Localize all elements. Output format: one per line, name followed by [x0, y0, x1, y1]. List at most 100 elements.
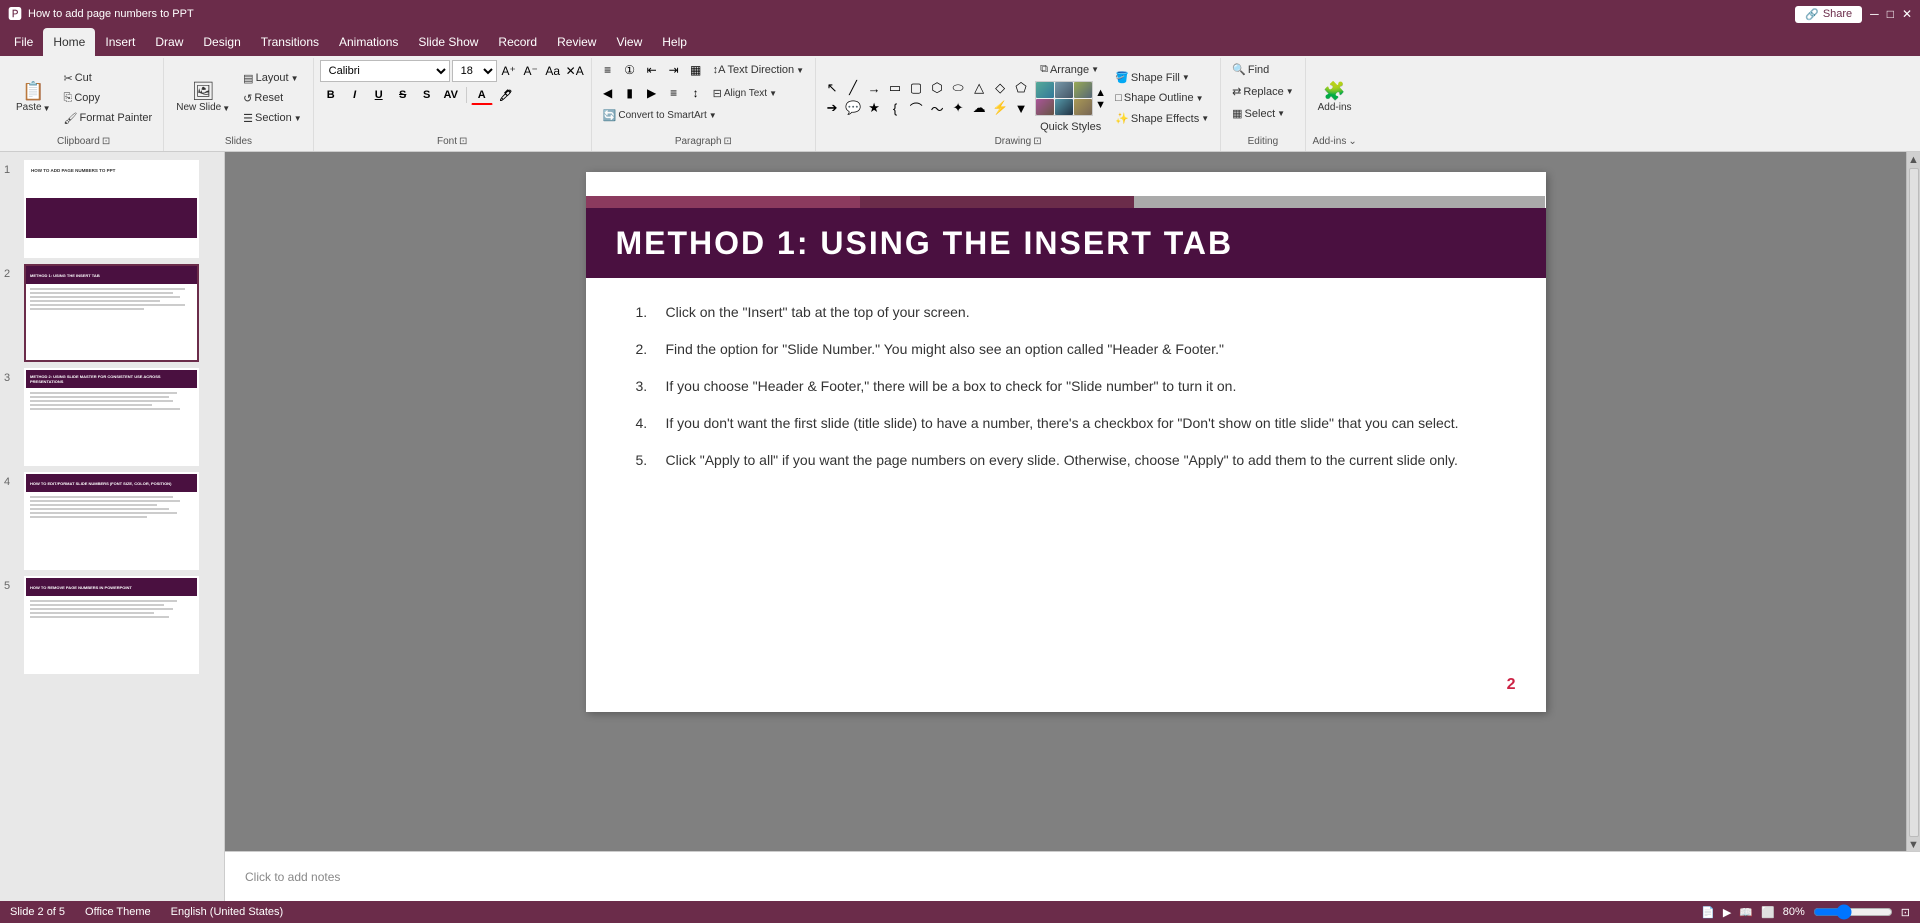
zoom-fit-icon[interactable]: ⊡ — [1901, 906, 1910, 919]
layout-button[interactable]: ▤ Layout ▼ — [238, 69, 307, 88]
cut-button[interactable]: ✂ Cut — [59, 69, 158, 88]
scroll-down-icon[interactable]: ▼ — [1908, 839, 1919, 851]
convert-smartart-button[interactable]: 🔄 Convert to SmartArt ▼ — [598, 106, 722, 125]
slide-thumb-5[interactable]: HOW TO REMOVE PAGE NUMBERS IN POWERPOINT — [24, 576, 199, 674]
slide-item-5[interactable]: 5 HOW TO REMOVE PAGE NUMBERS IN POWERPOI… — [4, 576, 220, 674]
shape-arrow-right[interactable]: ➔ — [822, 99, 842, 117]
new-slide-button[interactable]: 🖼 New Slide ▼ — [170, 78, 236, 118]
font-dialog-icon[interactable]: ⊡ — [459, 136, 467, 147]
slide-thumb-3[interactable]: METHOD 2: USING SLIDE MASTER FOR CONSIST… — [24, 368, 199, 466]
align-right-button[interactable]: ▶ — [642, 83, 662, 103]
shape-fill-button[interactable]: 🪣 Shape Fill ▼ — [1110, 68, 1214, 87]
scroll-up-icon[interactable]: ▲ — [1908, 154, 1919, 166]
reset-button[interactable]: ↺ Reset — [238, 89, 307, 108]
select-button[interactable]: ▦ Select ▼ — [1227, 104, 1290, 123]
addins-collapse-icon[interactable]: ⌄ — [1348, 136, 1356, 147]
increase-indent-button[interactable]: ⇥ — [664, 60, 684, 80]
align-left-button[interactable]: ◀ — [598, 83, 618, 103]
shape-oval[interactable]: ⬭ — [948, 79, 968, 97]
shape-effects-button[interactable]: ✨ Shape Effects ▼ — [1110, 109, 1214, 128]
shape-misc1[interactable]: ✦ — [948, 99, 968, 117]
slide-show-icon[interactable]: ▶ — [1723, 906, 1731, 919]
slide-header-box[interactable]: METHOD 1: USING THE INSERT TAB — [586, 208, 1546, 278]
replace-button[interactable]: ⇄ Replace ▼ — [1227, 82, 1299, 101]
shape-callout[interactable]: 💬 — [843, 99, 863, 117]
notes-area[interactable]: Click to add notes — [225, 851, 1920, 901]
notes-view-icon[interactable]: 📄 — [1701, 906, 1715, 919]
shape-more[interactable]: ▼ — [1011, 99, 1031, 117]
slide-canvas-area[interactable]: METHOD 1: USING THE INSERT TAB 1. Click … — [225, 152, 1906, 851]
zoom-slider[interactable] — [1813, 904, 1893, 920]
reading-view-icon[interactable]: 📖 — [1739, 906, 1753, 919]
slide-thumb-2[interactable]: METHOD 1: USING THE INSERT TAB — [24, 264, 199, 362]
shadow-button[interactable]: S — [416, 85, 438, 105]
font-family-select[interactable]: Calibri — [320, 60, 450, 82]
paragraph-dialog-icon[interactable]: ⊡ — [724, 136, 732, 147]
shape-snip-rect[interactable]: ⬡ — [927, 79, 947, 97]
tab-view[interactable]: View — [606, 28, 652, 56]
italic-button[interactable]: I — [344, 85, 366, 105]
tab-draw[interactable]: Draw — [145, 28, 193, 56]
tab-slideshow[interactable]: Slide Show — [408, 28, 488, 56]
bullets-button[interactable]: ≡ — [598, 60, 618, 80]
shape-wave[interactable]: 〜 — [927, 99, 947, 117]
minimize-icon[interactable]: ─ — [1870, 7, 1879, 21]
shape-select-arrow[interactable]: ↖ — [822, 79, 842, 97]
change-case-button[interactable]: Aa — [543, 61, 563, 81]
share-button[interactable]: 🔗 Share — [1795, 6, 1862, 23]
tab-record[interactable]: Record — [488, 28, 547, 56]
shape-line[interactable]: ╱ — [843, 79, 863, 97]
numbering-button[interactable]: ① — [620, 60, 640, 80]
slide-canvas[interactable]: METHOD 1: USING THE INSERT TAB 1. Click … — [586, 172, 1546, 712]
paste-dropdown-icon[interactable]: ▼ — [43, 104, 51, 113]
tab-insert[interactable]: Insert — [95, 28, 145, 56]
copy-button[interactable]: ⎘ Copy — [59, 89, 158, 108]
shape-arrow-line[interactable]: → — [864, 79, 884, 97]
right-scrollbar[interactable]: ▲ ▼ — [1906, 152, 1920, 851]
shape-diamond[interactable]: ◇ — [990, 79, 1010, 97]
shape-misc3[interactable]: ⚡ — [990, 99, 1010, 117]
decrease-indent-button[interactable]: ⇤ — [642, 60, 662, 80]
slide-item-4[interactable]: 4 HOW TO EDIT/FORMAT SLIDE NUMBERS (FONT… — [4, 472, 220, 570]
shape-pentagon[interactable]: ⬠ — [1011, 79, 1031, 97]
maximize-icon[interactable]: □ — [1887, 7, 1894, 21]
shape-outline-button[interactable]: □ Shape Outline ▼ — [1110, 89, 1214, 107]
slide-item-1[interactable]: 1 HOW TO ADD PAGE NUMBERS TO PPT — [4, 160, 220, 258]
close-icon[interactable]: ✕ — [1902, 7, 1912, 21]
add-ins-button[interactable]: 🧩 Add-ins — [1312, 78, 1358, 118]
paste-button[interactable]: 📋 Paste ▼ — [10, 78, 57, 118]
decrease-font-button[interactable]: A⁻ — [521, 61, 541, 81]
shape-rounded-rect[interactable]: ▢ — [906, 79, 926, 97]
tab-design[interactable]: Design — [193, 28, 250, 56]
tab-review[interactable]: Review — [547, 28, 606, 56]
normal-view-icon[interactable]: ⬜ — [1761, 906, 1775, 919]
tab-file[interactable]: File — [4, 28, 43, 56]
highlight-button[interactable]: 🖊 — [495, 85, 517, 105]
format-painter-button[interactable]: 🖌 Format Painter — [59, 109, 158, 128]
shape-triangle[interactable]: △ — [969, 79, 989, 97]
tab-transitions[interactable]: Transitions — [251, 28, 329, 56]
columns-button[interactable]: ▦ — [686, 60, 706, 80]
line-spacing-button[interactable]: ↕ — [686, 83, 706, 103]
layout-dropdown[interactable]: ▼ — [291, 74, 299, 83]
shape-misc2[interactable]: ☁ — [969, 99, 989, 117]
strikethrough-button[interactable]: S — [392, 85, 414, 105]
clear-formatting-button[interactable]: ✕A — [565, 61, 585, 81]
quick-styles-label[interactable]: Quick Styles — [1035, 118, 1106, 136]
scroll-thumb[interactable] — [1909, 168, 1919, 837]
find-button[interactable]: 🔍 Find — [1227, 60, 1274, 79]
text-direction-button[interactable]: ↕A Text Direction ▼ — [708, 61, 809, 79]
slide-item-2[interactable]: 2 METHOD 1: USING THE INSERT TAB — [4, 264, 220, 362]
shape-arc[interactable]: ⌒ — [906, 99, 926, 117]
new-slide-dropdown[interactable]: ▼ — [222, 104, 230, 113]
underline-button[interactable]: U — [368, 85, 390, 105]
font-color-button[interactable]: A — [471, 85, 493, 105]
slide-thumb-1[interactable]: HOW TO ADD PAGE NUMBERS TO PPT — [24, 160, 199, 258]
bold-button[interactable]: B — [320, 85, 342, 105]
shape-brace[interactable]: { — [885, 99, 905, 117]
increase-font-button[interactable]: A⁺ — [499, 61, 519, 81]
justify-button[interactable]: ≡ — [664, 83, 684, 103]
slide-content-area[interactable]: 1. Click on the "Insert" tab at the top … — [636, 302, 1496, 487]
quick-styles-scroll[interactable]: ▲ ▼ — [1095, 87, 1106, 111]
slide-thumb-4[interactable]: HOW TO EDIT/FORMAT SLIDE NUMBERS (FONT S… — [24, 472, 199, 570]
